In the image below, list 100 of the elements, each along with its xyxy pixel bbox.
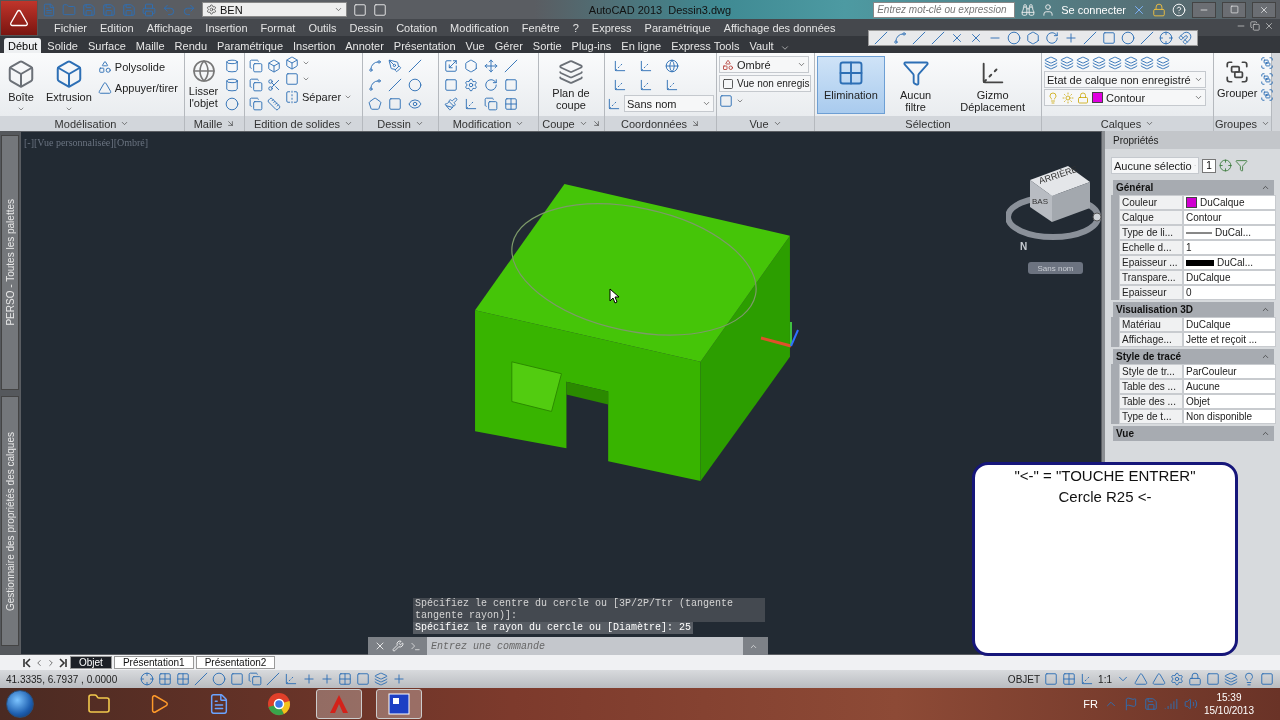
launcher-icon[interactable] (226, 119, 236, 128)
close-icon[interactable] (1259, 4, 1269, 15)
lightbulb-icon[interactable] (1242, 672, 1256, 686)
axes-icon[interactable] (607, 96, 621, 111)
line-icon[interactable] (1140, 31, 1154, 45)
overlap-icon[interactable] (249, 77, 263, 92)
layers-icon[interactable] (1060, 56, 1074, 70)
section-header[interactable]: Général (1113, 180, 1274, 195)
ribbon-tab[interactable]: Solide (43, 38, 82, 53)
cross-icon[interactable] (950, 31, 964, 45)
property-value[interactable]: DuCalque (1183, 317, 1276, 332)
axes-icon[interactable] (613, 77, 627, 92)
ribbon-tab[interactable]: Sortie (528, 38, 566, 53)
close-button[interactable] (1252, 1, 1276, 18)
circle-icon[interactable] (1007, 31, 1021, 45)
ribbon-tab[interactable]: Paramétrique (213, 38, 288, 53)
line-icon[interactable] (388, 77, 402, 92)
layout-tab[interactable]: Objet (70, 656, 112, 669)
line-icon[interactable] (874, 31, 888, 45)
caret-icon[interactable] (578, 119, 588, 128)
visual-style-dropdown[interactable]: Ombré (719, 56, 809, 73)
ribbon-tab[interactable]: Gérer (490, 38, 527, 53)
hexagon-icon[interactable] (1026, 31, 1040, 45)
close-icon[interactable] (1264, 21, 1274, 31)
grid-icon[interactable] (176, 672, 190, 686)
cylinder-icon[interactable] (225, 58, 239, 73)
grid-icon[interactable] (158, 672, 172, 686)
magnet-icon[interactable] (1178, 31, 1192, 45)
sign-in-link[interactable]: Se connecter (1061, 3, 1126, 16)
layer-dropdown[interactable]: Contour (1044, 89, 1206, 106)
overlap-icon[interactable] (249, 96, 263, 111)
axes-icon[interactable] (464, 96, 478, 111)
wrench-icon[interactable] (392, 640, 404, 652)
menu-item[interactable]: Insertion (205, 21, 248, 34)
layers-icon[interactable] (1224, 672, 1238, 686)
line-icon[interactable] (912, 31, 926, 45)
layers-icon[interactable] (374, 672, 388, 686)
caret-icon[interactable] (64, 105, 73, 113)
menu-item[interactable]: Format (260, 21, 296, 34)
launcher-icon[interactable] (591, 119, 601, 128)
section-header[interactable]: Vue (1113, 426, 1274, 441)
menu-item[interactable]: Fichier (54, 21, 87, 34)
palette-tab[interactable]: Gestionnaire des propriétés des calques (1, 396, 19, 646)
cube-icon[interactable] (6, 59, 36, 89)
section-header[interactable]: Style de tracé (1113, 349, 1274, 364)
layer-state-dropdown[interactable]: Etat de calque non enregistré (1044, 71, 1206, 88)
caret-icon[interactable] (702, 99, 711, 108)
layers-icon[interactable] (1092, 56, 1106, 70)
ribbon-tab[interactable]: Vue (461, 38, 489, 53)
tool-button[interactable]: Séparer (285, 88, 353, 105)
menu-item[interactable]: Express (591, 21, 632, 34)
plus-icon[interactable] (320, 672, 334, 686)
layout-tab[interactable]: Présentation1 (113, 656, 194, 669)
scale-dropdown[interactable]: 1:1 (1098, 673, 1112, 685)
triangle-logo-icon[interactable] (9, 8, 29, 28)
plus-icon[interactable] (1064, 31, 1078, 45)
user-icon[interactable] (1041, 2, 1056, 17)
curve-icon[interactable] (893, 31, 907, 45)
cross-icon[interactable] (969, 31, 983, 45)
ribbon-tab[interactable]: Début (4, 38, 42, 53)
lock-icon[interactable] (1188, 672, 1202, 686)
shapes-icon[interactable] (97, 59, 112, 74)
property-value[interactable]: DuCal... (1183, 255, 1276, 270)
layout-tab[interactable]: Présentation2 (195, 656, 276, 669)
caret-icon[interactable] (1261, 352, 1270, 361)
tool-button[interactable]: Aucun filtre (886, 56, 945, 116)
property-value[interactable]: Non disponible (1183, 409, 1276, 424)
polyline-icon[interactable] (368, 58, 382, 73)
nav-arrow-icon[interactable] (22, 657, 32, 668)
lock-icon[interactable] (1077, 91, 1089, 104)
menu-item[interactable]: Affichage (146, 21, 193, 34)
move-icon[interactable] (484, 58, 498, 73)
tool-button[interactable]: Appuyer/tirer (97, 79, 178, 96)
space-toggle[interactable]: OBJET (1007, 673, 1041, 685)
binoculars-icon[interactable] (1021, 2, 1036, 17)
cube-icon[interactable] (285, 56, 299, 70)
taskbar-app[interactable] (376, 689, 422, 719)
close-icon[interactable] (374, 640, 386, 652)
caret-icon[interactable] (334, 5, 343, 14)
compass-label[interactable]: N (1020, 241, 1028, 252)
gear-icon[interactable] (464, 77, 478, 92)
overlap-icon[interactable] (249, 58, 263, 73)
property-value[interactable]: DuCal... (1183, 225, 1276, 240)
menu-item[interactable]: Cotation (396, 21, 438, 34)
pen-icon[interactable] (388, 58, 402, 73)
ribbon-tab[interactable]: Plug-ins (567, 38, 616, 53)
layers-icon[interactable] (1156, 56, 1170, 70)
tool-button[interactable]: Elimination (817, 56, 885, 114)
menu-item[interactable]: Modification (450, 21, 509, 34)
property-value[interactable]: Contour (1183, 210, 1276, 225)
toggle-button[interactable]: 1 (1202, 158, 1216, 173)
polygon-icon[interactable] (368, 96, 382, 111)
group-icon[interactable] (1224, 59, 1251, 85)
nav-arrow-icon[interactable] (58, 657, 68, 668)
plus-icon[interactable] (302, 672, 316, 686)
gear-icon[interactable] (206, 4, 217, 15)
property-value[interactable]: Jette et reçoit ... (1183, 332, 1276, 347)
layers-icon[interactable] (1124, 56, 1138, 70)
caret-icon[interactable] (344, 119, 354, 128)
spline-icon[interactable] (368, 77, 382, 92)
